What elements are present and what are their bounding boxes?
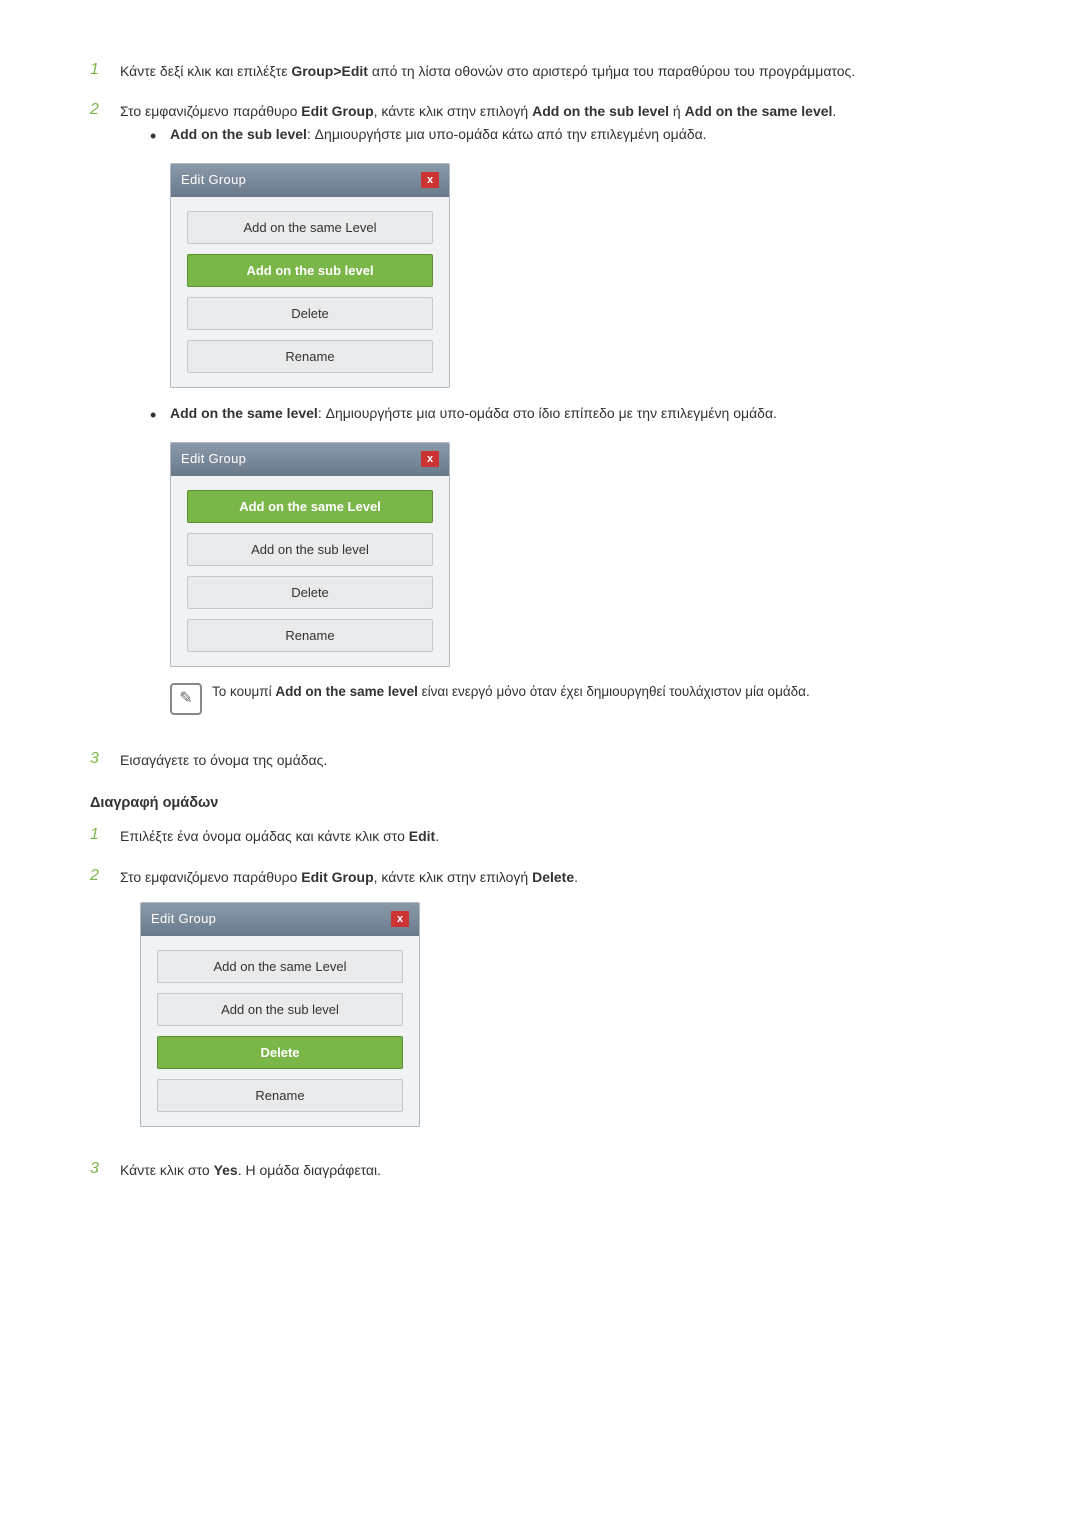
bullet-dot-2: •: [150, 403, 170, 428]
dialog-3-close-button[interactable]: x: [391, 911, 409, 927]
dialog-3-add-same-level-button[interactable]: Add on the same Level: [157, 950, 403, 983]
dialog-1-close-button[interactable]: x: [421, 172, 439, 188]
bullet-same-level-text: Add on the same level: Δημιουργήστε μια …: [170, 402, 990, 424]
bullet-sub-level-text: Add on the sub level: Δημιουργήστε μια υ…: [170, 123, 990, 145]
dialog-3-add-sub-level-button[interactable]: Add on the sub level: [157, 993, 403, 1026]
bullet-same-level: • Add on the same level: Δημιουργήστε μι…: [150, 402, 990, 428]
dialog-2-wrapper: Edit Group x Add on the same Level Add o…: [170, 442, 990, 667]
step-2: 2 Στο εμφανιζόμενο παράθυρο Edit Group, …: [90, 100, 990, 730]
dialog-3-delete-button[interactable]: Delete: [157, 1036, 403, 1069]
step-3-text: Εισαγάγετε το όνομα της ομάδας.: [120, 749, 990, 771]
dialog-1-title: Edit Group: [181, 170, 246, 191]
dialog-2-add-same-level-button[interactable]: Add on the same Level: [187, 490, 433, 523]
note-text: Το κουμπί Add on the same level είναι εν…: [212, 681, 810, 703]
dialog-1-rename-button[interactable]: Rename: [187, 340, 433, 373]
dialog-3-titlebar: Edit Group x: [141, 903, 419, 936]
dialog-1-add-sub-level-button[interactable]: Add on the sub level: [187, 254, 433, 287]
bullet-sub-level: • Add on the sub level: Δημιουργήστε μια…: [150, 123, 990, 149]
dialog-2-body: Add on the same Level Add on the sub lev…: [171, 476, 449, 666]
dialog-1-titlebar: Edit Group x: [171, 164, 449, 197]
dialog-1: Edit Group x Add on the same Level Add o…: [170, 163, 450, 388]
dialog-1-body: Add on the same Level Add on the sub lev…: [171, 197, 449, 387]
dialog-2-add-sub-level-button[interactable]: Add on the sub level: [187, 533, 433, 566]
step-1: 1 Κάντε δεξί κλικ και επιλέξτε Group>Edi…: [90, 60, 990, 82]
delete-step-3: 3 Κάντε κλικ στο Yes. Η ομάδα διαγράφετα…: [90, 1159, 990, 1181]
step-1-text: Κάντε δεξί κλικ και επιλέξτε Group>Edit …: [120, 60, 990, 82]
bullet-dot-1: •: [150, 124, 170, 149]
dialog-2: Edit Group x Add on the same Level Add o…: [170, 442, 450, 667]
dialog-2-rename-button[interactable]: Rename: [187, 619, 433, 652]
step-number-2: 2: [90, 100, 120, 119]
bullet-sub-level-section: • Add on the sub level: Δημιουργήστε μια…: [150, 123, 990, 715]
step-number-3: 3: [90, 749, 120, 768]
dialog-3-title: Edit Group: [151, 909, 216, 930]
delete-step-number-2: 2: [90, 866, 120, 885]
delete-step-number-1: 1: [90, 825, 120, 844]
delete-step-3-text: Κάντε κλικ στο Yes. Η ομάδα διαγράφεται.: [120, 1159, 990, 1181]
main-content: 1 Κάντε δεξί κλικ και επιλέξτε Group>Edi…: [90, 60, 990, 1181]
dialog-1-wrapper: Edit Group x Add on the same Level Add o…: [170, 163, 990, 388]
dialog-3-wrapper: Edit Group x Add on the same Level Add o…: [140, 902, 990, 1127]
dialog-3-body: Add on the same Level Add on the sub lev…: [141, 936, 419, 1126]
note-box: ✎ Το κουμπί Add on the same level είναι …: [170, 681, 990, 715]
dialog-2-titlebar: Edit Group x: [171, 443, 449, 476]
dialog-2-close-button[interactable]: x: [421, 451, 439, 467]
note-icon: ✎: [170, 683, 202, 715]
delete-step-number-3: 3: [90, 1159, 120, 1178]
delete-section-heading: Διαγραφή ομάδων: [90, 795, 990, 811]
dialog-1-delete-button[interactable]: Delete: [187, 297, 433, 330]
step-number-1: 1: [90, 60, 120, 79]
step-2-text: Στο εμφανιζόμενο παράθυρο Edit Group, κά…: [120, 100, 990, 730]
step-3: 3 Εισαγάγετε το όνομα της ομάδας.: [90, 749, 990, 771]
dialog-1-add-same-level-button[interactable]: Add on the same Level: [187, 211, 433, 244]
dialog-3: Edit Group x Add on the same Level Add o…: [140, 902, 420, 1127]
delete-step-2: 2 Στο εμφανιζόμενο παράθυρο Edit Group, …: [90, 866, 990, 1141]
delete-step-2-text: Στο εμφανιζόμενο παράθυρο Edit Group, κά…: [120, 866, 990, 1141]
delete-step-1-text: Επιλέξτε ένα όνομα ομάδας και κάντε κλικ…: [120, 825, 990, 847]
dialog-2-title: Edit Group: [181, 449, 246, 470]
dialog-2-delete-button[interactable]: Delete: [187, 576, 433, 609]
dialog-3-rename-button[interactable]: Rename: [157, 1079, 403, 1112]
delete-step-1: 1 Επιλέξτε ένα όνομα ομάδας και κάντε κλ…: [90, 825, 990, 847]
